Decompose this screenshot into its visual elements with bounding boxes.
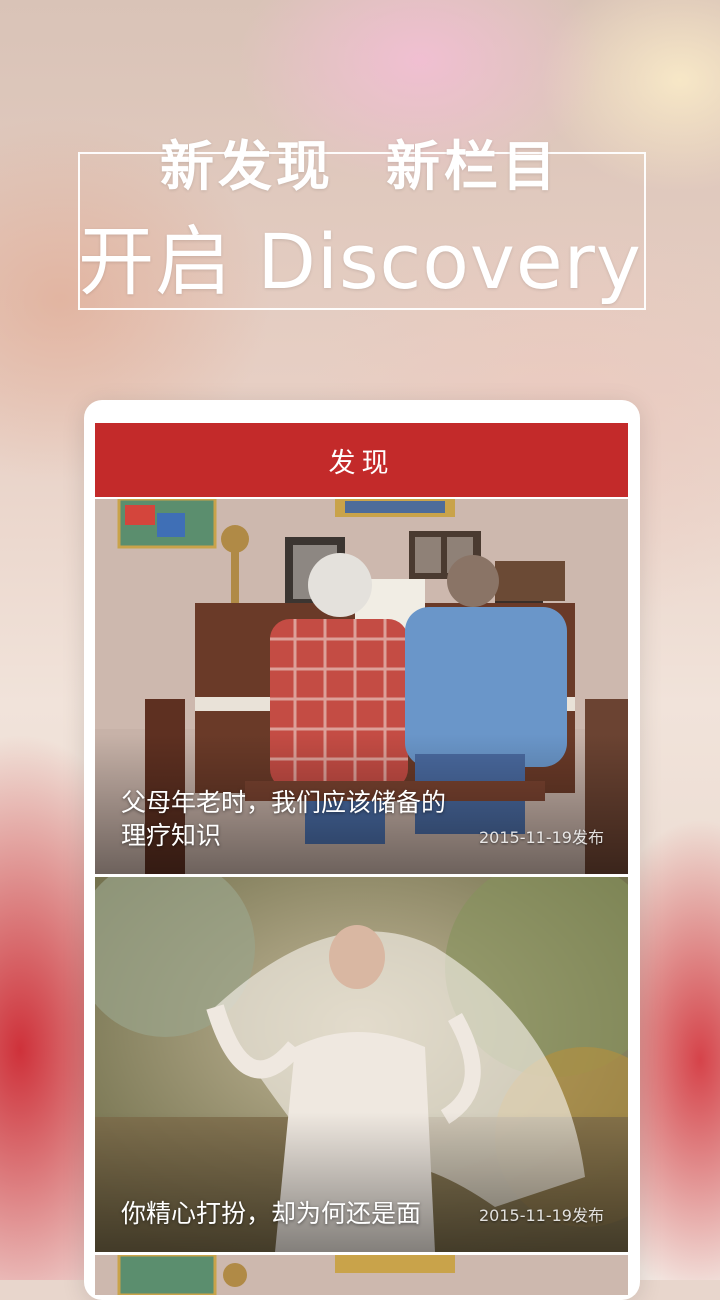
feed-card[interactable]: 你精心打扮，却为何还是面 2015-11-19发布	[95, 877, 628, 1252]
app-header: 发现	[95, 423, 628, 497]
feed-card-partial[interactable]	[95, 1255, 628, 1295]
discovery-feed[interactable]: 父母年老时，我们应该储备的理疗知识 2015-11-19发布 你精心打扮，却为何…	[95, 499, 628, 1298]
card-shade	[95, 1112, 628, 1252]
card-image-partial	[95, 1255, 628, 1295]
promo-line-1: 新发现 新栏目	[0, 122, 720, 201]
promo-line-1-b: 新栏目	[386, 135, 560, 198]
card-title[interactable]: 你精心打扮，却为何还是面	[121, 1197, 461, 1230]
card-date: 2015-11-19发布	[479, 828, 604, 847]
card-date: 2015-11-19发布	[479, 1206, 604, 1225]
promo-headline: 新发现 新栏目 开启 Discovery	[0, 0, 720, 330]
promo-line-1-a: 新发现	[160, 135, 334, 198]
header-title: 发现	[328, 447, 395, 479]
promo-line-2: 开启 Discovery	[78, 217, 642, 306]
feed-card[interactable]: 父母年老时，我们应该储备的理疗知识 2015-11-19发布	[95, 499, 628, 874]
card-title[interactable]: 父母年老时，我们应该储备的理疗知识	[121, 786, 461, 852]
